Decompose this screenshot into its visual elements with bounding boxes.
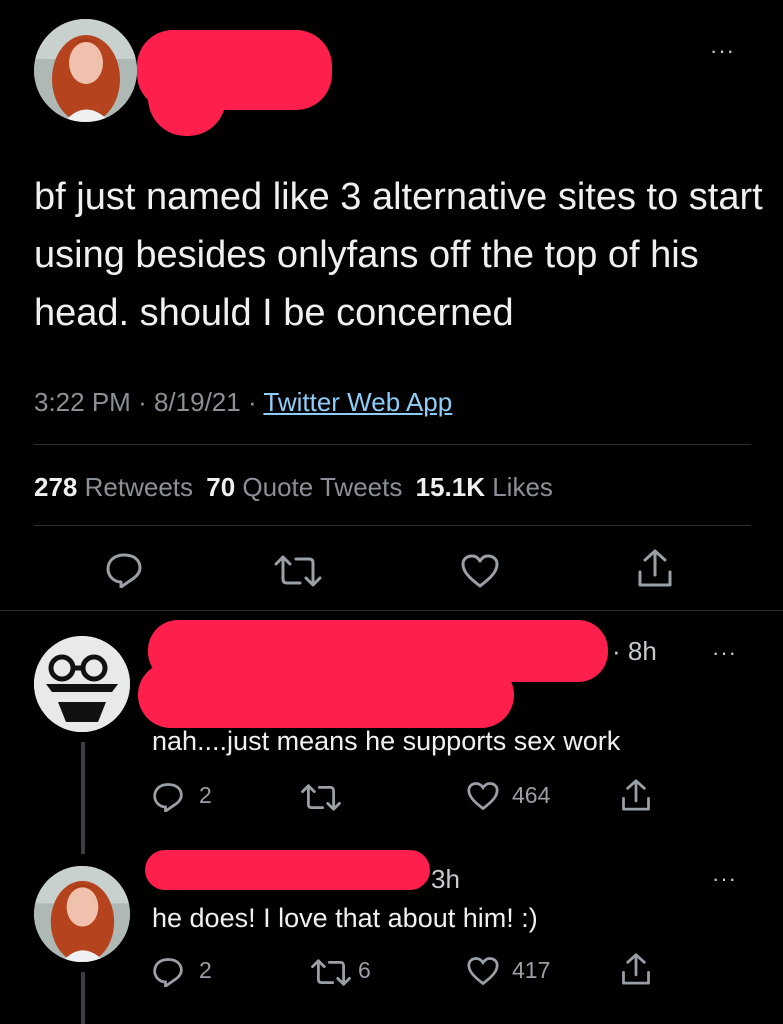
reply-icon[interactable] [152, 957, 184, 987]
reply-avatar[interactable] [34, 636, 130, 732]
reply-time: 3h [431, 864, 460, 894]
like-icon[interactable] [466, 956, 500, 986]
thread-line [81, 972, 85, 1024]
thread-line [81, 742, 85, 854]
avatar-photo [34, 19, 137, 122]
meta-separator: · [138, 387, 147, 417]
divider [0, 610, 783, 611]
tweet-meta: 3:22 PM · 8/19/21 · Twitter Web App [34, 385, 452, 419]
redacted-author-handle [148, 60, 226, 136]
tweet-time: 3:22 PM [34, 387, 131, 417]
quotes-stat[interactable]: 70 Quote Tweets [206, 472, 409, 502]
glasses-face-icon [34, 636, 130, 732]
quotes-label: Quote Tweets [242, 472, 403, 502]
share-icon[interactable] [621, 952, 651, 986]
reply-text: nah....just means he supports sex work [152, 726, 621, 756]
tweet-date: 8/19/21 [153, 387, 241, 417]
meta-separator: · [247, 387, 257, 417]
reply-time: · 8h [612, 636, 657, 666]
like-icon[interactable] [460, 553, 500, 589]
reply-text: he does! I love that about him! :) [152, 903, 538, 933]
author-avatar[interactable] [34, 19, 137, 122]
likes-count: 15.1K [415, 472, 485, 502]
reply-more-icon[interactable]: ··· [712, 642, 737, 664]
share-icon[interactable] [621, 778, 651, 812]
divider [34, 444, 751, 445]
like-icon[interactable] [466, 781, 500, 811]
reply-count: 2 [199, 957, 212, 983]
tweet-text: bf just named like 3 alternative sites t… [34, 176, 763, 334]
retweets-label: Retweets [84, 472, 194, 502]
like-count: 464 [512, 782, 551, 808]
retweets-stat[interactable]: 278 Retweets [34, 472, 200, 502]
redacted-reply-name [145, 850, 430, 890]
quotes-count: 70 [206, 472, 236, 502]
share-icon[interactable] [637, 548, 673, 588]
tweet-source-link[interactable]: Twitter Web App [263, 387, 452, 417]
reply-avatar[interactable] [34, 866, 130, 962]
likes-stat[interactable]: 15.1K Likes [416, 472, 553, 502]
retweet-icon[interactable] [273, 555, 323, 587]
tweet-stats: 278 Retweets 70 Quote Tweets 15.1K Likes [34, 470, 553, 504]
reply-count: 2 [199, 782, 212, 808]
redacted-reply-handle [138, 662, 514, 728]
tweet-more-icon[interactable]: ··· [710, 40, 735, 62]
reply-icon[interactable] [152, 782, 184, 812]
like-count: 417 [512, 957, 551, 983]
likes-label: Likes [492, 472, 553, 502]
retweet-count: 6 [358, 957, 371, 983]
avatar-photo [34, 866, 130, 962]
retweet-icon[interactable] [300, 784, 342, 811]
retweets-count: 278 [34, 472, 78, 502]
retweet-icon[interactable] [310, 959, 352, 986]
reply-more-icon[interactable]: ··· [712, 868, 737, 890]
divider [34, 525, 751, 526]
reply-icon[interactable] [105, 552, 143, 588]
